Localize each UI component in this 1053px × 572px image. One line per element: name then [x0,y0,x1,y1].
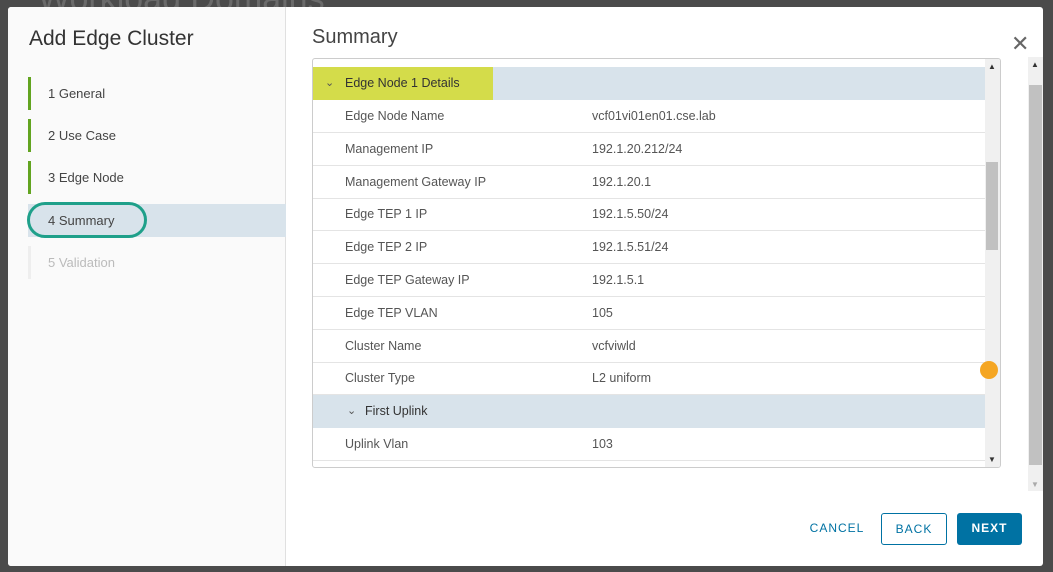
row-key: Cluster Type [345,362,415,394]
row-key: Edge TEP Gateway IP [345,264,470,296]
row-value: L2 uniform [592,362,651,394]
table-row: Management Gateway IP 192.1.20.1 [313,166,985,199]
chevron-down-icon[interactable]: ⌄ [347,395,356,427]
scroll-up-icon[interactable]: ▲ [988,62,996,71]
step-validation: 5 Validation [28,246,286,279]
dialog-title: Add Edge Cluster [29,27,194,51]
wizard-steps-panel: Add Edge Cluster 1 General 2 Use Case 3 … [8,7,286,566]
row-value: 192.1.5.1 [592,264,644,296]
scrollbar-thumb[interactable] [986,162,998,250]
section-header-first-uplink[interactable]: ⌄ First Uplink [313,395,985,428]
row-value: 103 [592,428,613,460]
row-key: Edge TEP VLAN [345,297,438,329]
row-key: Edge TEP 1 IP [345,198,427,230]
table-row: Management IP 192.1.20.212/24 [313,133,985,166]
row-value: 105 [592,297,613,329]
table-row: Cluster Name vcfviwld [313,330,985,363]
table-row: Edge Node Name vcf01vi01en01.cse.lab [313,100,985,133]
summary-table: ⌄ Edge Node 1 Details Edge Node Name vcf0… [312,58,1001,468]
table-row: Edge TEP 2 IP 192.1.5.51/24 [313,231,985,264]
back-button[interactable]: BACK [881,513,947,545]
next-button[interactable]: NEXT [957,513,1022,545]
dialog-scrollbar[interactable]: ▲ ▼ [1028,57,1043,491]
scrollbar-thumb[interactable] [1029,85,1042,465]
row-key: Uplink Vlan [345,428,408,460]
row-value: vcf01vi01en01.cse.lab [592,100,716,132]
table-row: Cluster Type L2 uniform [313,362,985,395]
row-key: Edge TEP 2 IP [345,231,427,263]
chevron-down-icon[interactable]: ⌄ [325,67,334,99]
row-value: 192.1.20.1 [592,166,651,198]
row-value: vcfviwld [592,330,636,362]
highlight-circle-annotation [27,202,147,238]
add-edge-cluster-dialog: Add Edge Cluster 1 General 2 Use Case 3 … [8,7,1043,566]
section-label: Edge Node 1 Details [345,67,460,99]
table-row: Edge TEP 1 IP 192.1.5.50/24 [313,198,985,231]
table-scrollbar[interactable]: ▲ ▼ [985,59,1000,467]
row-value: 192.1.5.51/24 [592,231,668,263]
cursor-highlight [980,361,998,379]
step-general[interactable]: 1 General [28,77,286,110]
close-icon[interactable]: ✕ [1011,31,1029,57]
table-row: Uplink Vlan 103 [313,428,985,461]
scroll-up-icon[interactable]: ▲ [1031,60,1039,69]
section-label: First Uplink [365,395,428,427]
table-row: Edge TEP VLAN 105 [313,297,985,330]
row-key: Cluster Name [345,330,421,362]
row-value: 192.1.5.50/24 [592,198,668,230]
scroll-down-icon[interactable]: ▼ [1031,480,1039,489]
row-key: Management Gateway IP [345,166,486,198]
row-value: 192.1.20.212/24 [592,133,682,165]
step-use-case[interactable]: 2 Use Case [28,119,286,152]
step-edge-node[interactable]: 3 Edge Node [28,161,286,194]
summary-title: Summary [312,26,398,49]
section-header-edge-node-1[interactable]: ⌄ Edge Node 1 Details [313,67,985,100]
table-row: Edge TEP Gateway IP 192.1.5.1 [313,264,985,297]
row-key: Management IP [345,133,433,165]
row-key: Edge Node Name [345,100,444,132]
scroll-down-icon[interactable]: ▼ [988,455,996,464]
cancel-button[interactable]: CANCEL [802,513,872,545]
